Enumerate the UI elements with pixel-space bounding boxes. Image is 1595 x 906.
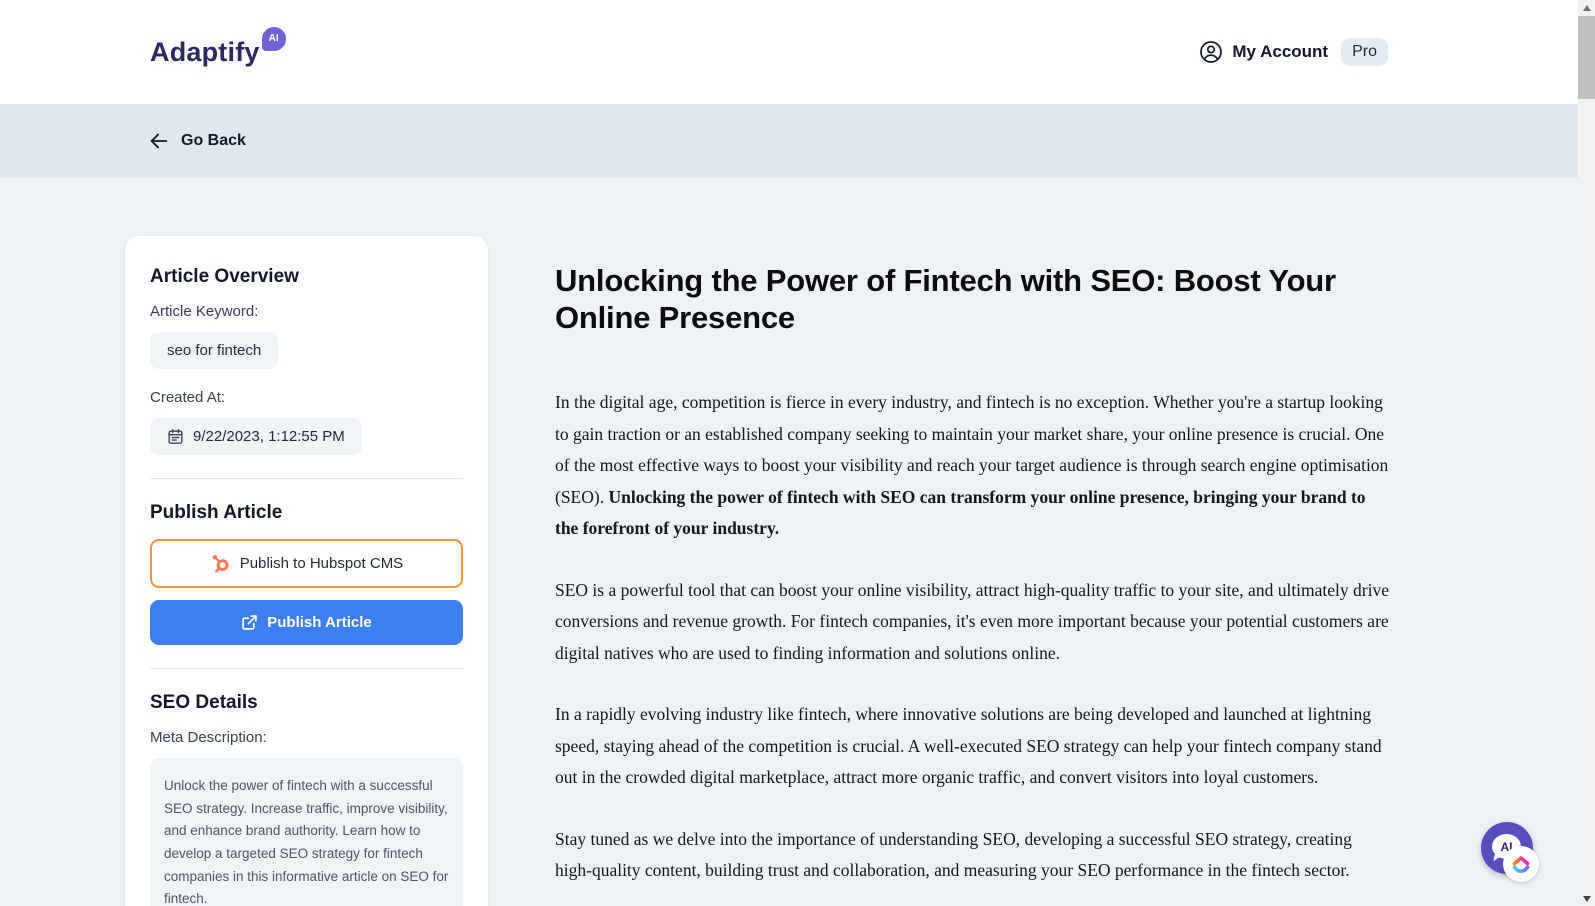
pro-plan-badge: Pro [1341,38,1388,66]
logo-ai-badge-icon: AI [261,26,286,51]
ai-assistant-fab[interactable]: AI [1481,822,1539,882]
publish-to-hubspot-label: Publish to Hubspot CMS [239,555,404,572]
created-at-label: Created At: [150,389,226,406]
created-at-text: 9/22/2023, 1:12:55 PM [193,428,345,445]
seo-details-title: SEO Details [150,692,258,713]
divider [150,478,463,479]
article-paragraph-intro: In the digital age, competition is fierc… [555,387,1391,545]
external-link-icon [242,615,257,630]
my-account-menu[interactable]: My Account Pro [1199,38,1388,66]
go-back-button[interactable]: Go Back [148,130,246,152]
adaptify-logo[interactable]: Adaptify AI [150,26,286,68]
meta-description-value: Unlock the power of fintech with a succe… [150,758,463,906]
app-root: Adaptify AI My Account Pro Go Back Artic… [0,0,1595,906]
divider [150,668,463,669]
back-navigation-bar: Go Back [0,104,1595,178]
my-account-label: My Account [1232,42,1329,61]
article-paragraph: SEO is a powerful tool that can boost yo… [555,579,1389,663]
user-circle-icon [1200,41,1223,63]
scrollbar-thumb[interactable] [1578,16,1595,99]
article-keyword-value: seo for fintech [150,332,279,369]
vertical-scrollbar [1578,0,1595,906]
intro-bold-text: Unlocking the power of fintech with SEO … [555,486,1366,539]
article-overview-title: Article Overview [150,266,299,287]
logo-text: Adaptify [150,36,260,67]
meta-description-label: Meta Description: [150,729,267,746]
scrollbar-down-arrow[interactable] [1578,891,1595,906]
left-arrow-icon [150,133,168,149]
clickup-badge [1503,846,1539,882]
top-header: Adaptify AI My Account Pro [0,0,1595,104]
publish-article-title: Publish Article [150,502,283,523]
article-title: Unlocking the Power of Fintech with SEO:… [555,263,1336,335]
created-at-value: 9/22/2023, 1:12:55 PM [150,418,362,455]
article-paragraph: In a rapidly evolving industry like fint… [555,704,1382,787]
article-keyword-label: Article Keyword: [150,303,259,320]
publish-to-hubspot-button[interactable]: Publish to Hubspot CMS [150,539,463,588]
calendar-icon [168,429,183,444]
article-overview-card: Article Overview Article Keyword: seo fo… [125,236,488,906]
scrollbar-up-arrow[interactable] [1578,0,1595,15]
article-paragraph: Stay tuned as we delve into the importan… [555,828,1352,881]
publish-article-button[interactable]: Publish Article [150,600,463,645]
go-back-label: Go Back [181,132,246,149]
clickup-icon [1512,856,1530,873]
publish-article-label: Publish Article [267,614,372,631]
article-content: Unlocking the Power of Fintech with SEO:… [555,262,1391,906]
hubspot-sprocket-icon [212,555,229,573]
